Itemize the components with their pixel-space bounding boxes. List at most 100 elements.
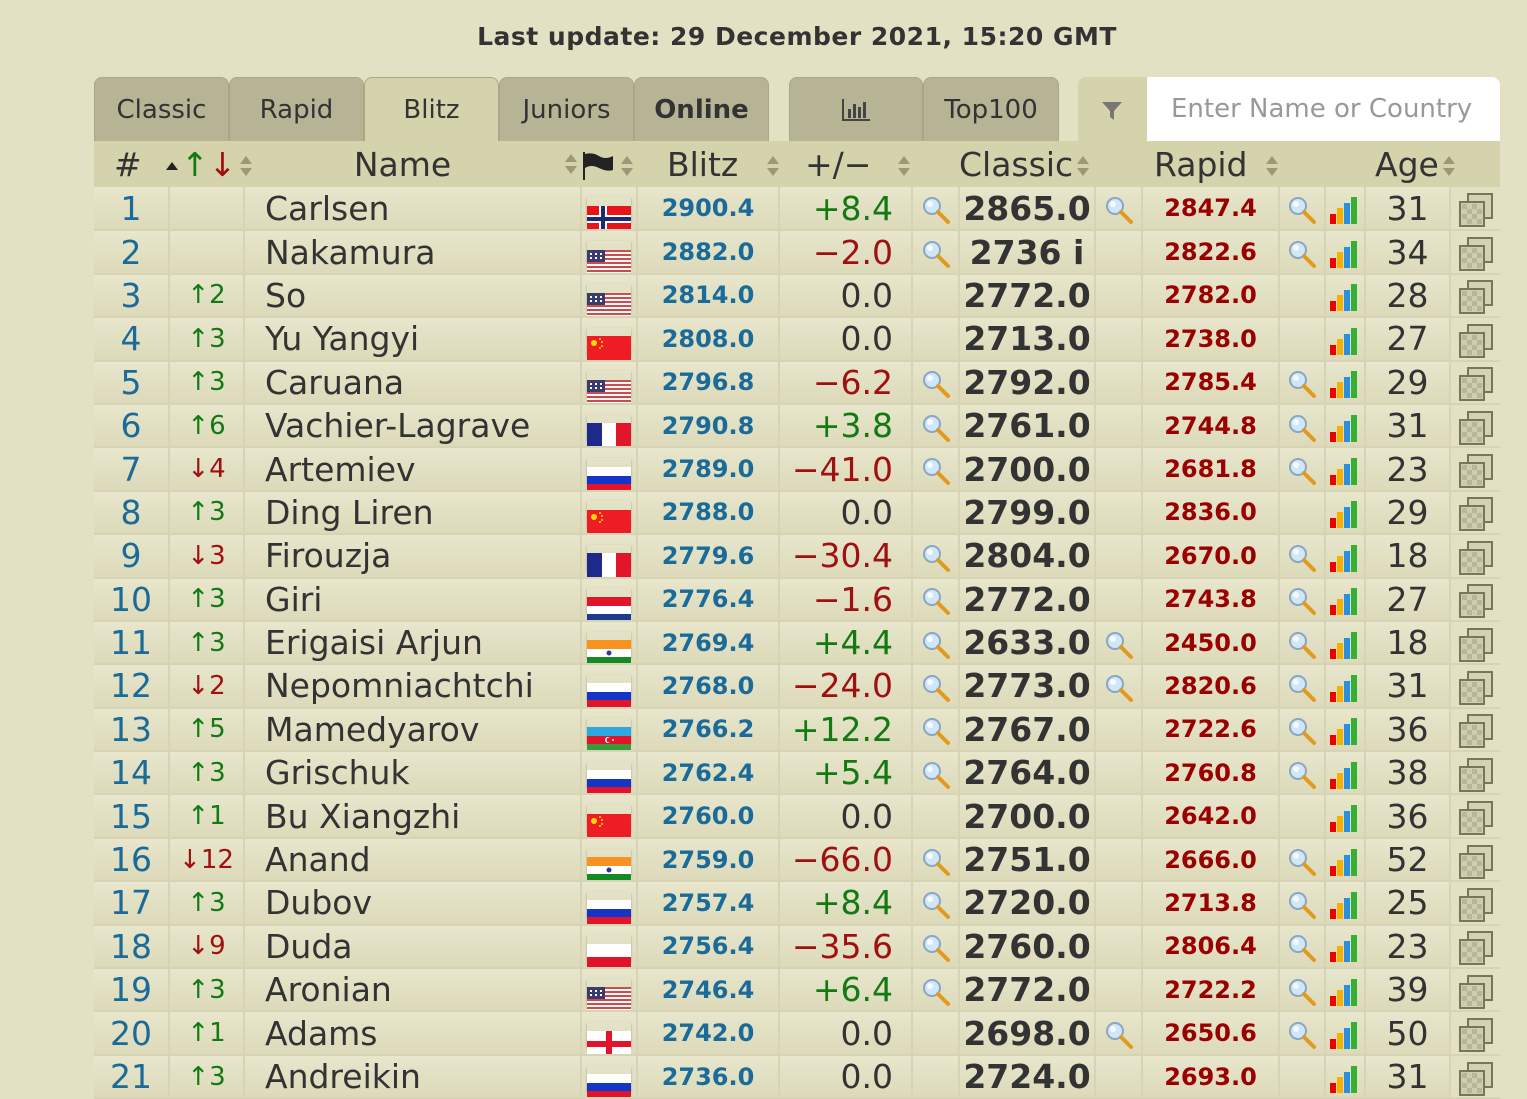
tab-juniors[interactable]: Juniors <box>499 77 634 141</box>
player-name-cell[interactable]: Firouzja <box>244 534 581 577</box>
player-name[interactable]: Dubov <box>265 883 372 922</box>
rating-chart-icon[interactable] <box>1329 1014 1361 1053</box>
chessboard-icon[interactable] <box>1459 1014 1493 1053</box>
player-name-cell[interactable]: Nakamura <box>244 230 581 273</box>
player-name-cell[interactable]: Artemiev <box>244 447 581 490</box>
player-name[interactable]: Bu Xiangzhi <box>265 797 460 836</box>
tab-classic[interactable]: Classic <box>94 77 229 141</box>
magnifier-icon[interactable] <box>1287 363 1317 402</box>
player-name-cell[interactable]: Giri <box>244 578 581 621</box>
magnifier-icon[interactable] <box>921 883 951 922</box>
rating-chart-icon[interactable] <box>1329 276 1361 315</box>
player-name[interactable]: Nakamura <box>265 233 436 272</box>
magnifier-icon[interactable] <box>1287 189 1317 228</box>
chessboard-icon[interactable] <box>1459 406 1493 445</box>
magnifier-icon[interactable] <box>921 840 951 879</box>
magnifier-icon[interactable] <box>1287 753 1317 792</box>
header-blitz[interactable]: Blitz <box>637 141 779 187</box>
player-name-cell[interactable]: Ding Liren <box>244 491 581 534</box>
magnifier-icon[interactable] <box>921 536 951 575</box>
magnifier-icon[interactable] <box>1287 840 1317 879</box>
rating-chart-icon[interactable] <box>1329 623 1361 662</box>
player-name[interactable]: Anand <box>265 840 371 879</box>
player-name-cell[interactable]: Mamedyarov <box>244 708 581 751</box>
player-name[interactable]: Firouzja <box>265 536 391 575</box>
chessboard-icon[interactable] <box>1459 840 1493 879</box>
magnifier-icon[interactable] <box>921 970 951 1009</box>
magnifier-icon[interactable] <box>1104 189 1134 228</box>
player-name-cell[interactable]: Caruana <box>244 361 581 404</box>
magnifier-icon[interactable] <box>921 753 951 792</box>
player-name[interactable]: Duda <box>265 927 353 966</box>
rating-chart-icon[interactable] <box>1329 710 1361 749</box>
magnifier-icon[interactable] <box>921 666 951 705</box>
rating-chart-icon[interactable] <box>1329 1057 1361 1096</box>
chessboard-icon[interactable] <box>1459 1057 1493 1096</box>
magnifier-icon[interactable] <box>921 363 951 402</box>
player-name[interactable]: Aronian <box>265 970 392 1009</box>
player-name-cell[interactable]: Bu Xiangzhi <box>244 794 581 837</box>
rating-chart-icon[interactable] <box>1329 883 1361 922</box>
player-name-cell[interactable]: Dubov <box>244 881 581 924</box>
header-classic[interactable]: Classic <box>959 141 1142 187</box>
chessboard-icon[interactable] <box>1459 363 1493 402</box>
player-name[interactable]: Carlsen <box>265 189 389 228</box>
chessboard-icon[interactable] <box>1459 580 1493 619</box>
magnifier-icon[interactable] <box>921 450 951 489</box>
player-name-cell[interactable]: Anand <box>244 838 581 881</box>
magnifier-icon[interactable] <box>1287 1014 1317 1053</box>
header-move[interactable]: ↑↓ <box>169 141 244 187</box>
player-name[interactable]: Nepomniachtchi <box>265 666 534 705</box>
chessboard-icon[interactable] <box>1459 883 1493 922</box>
player-name[interactable]: Giri <box>265 580 322 619</box>
rating-chart-icon[interactable] <box>1329 927 1361 966</box>
player-name[interactable]: Caruana <box>265 363 404 402</box>
magnifier-icon[interactable] <box>921 233 951 272</box>
rating-chart-icon[interactable] <box>1329 493 1361 532</box>
player-name[interactable]: Artemiev <box>265 450 416 489</box>
magnifier-icon[interactable] <box>1287 536 1317 575</box>
magnifier-icon[interactable] <box>1287 406 1317 445</box>
magnifier-icon[interactable] <box>1287 710 1317 749</box>
chessboard-icon[interactable] <box>1459 319 1493 358</box>
rating-chart-icon[interactable] <box>1329 536 1361 575</box>
chessboard-icon[interactable] <box>1459 666 1493 705</box>
rating-chart-icon[interactable] <box>1329 319 1361 358</box>
header-age[interactable]: Age <box>1365 141 1500 187</box>
tab-online[interactable]: Online <box>634 77 769 141</box>
tab-statistics[interactable] <box>789 77 923 141</box>
chessboard-icon[interactable] <box>1459 970 1493 1009</box>
rating-chart-icon[interactable] <box>1329 666 1361 705</box>
rating-chart-icon[interactable] <box>1329 970 1361 1009</box>
magnifier-icon[interactable] <box>1287 623 1317 662</box>
player-name-cell[interactable]: Carlsen <box>244 187 581 230</box>
tab-rapid[interactable]: Rapid <box>229 77 364 141</box>
player-name-cell[interactable]: Adams <box>244 1011 581 1054</box>
player-name[interactable]: Ding Liren <box>265 493 434 532</box>
player-name[interactable]: Andreikin <box>265 1057 421 1096</box>
header-rapid[interactable]: Rapid <box>1142 141 1325 187</box>
player-name[interactable]: Erigaisi Arjun <box>265 623 483 662</box>
magnifier-icon[interactable] <box>1104 666 1134 705</box>
magnifier-icon[interactable] <box>1104 1014 1134 1053</box>
search-input[interactable] <box>1147 77 1500 141</box>
player-name-cell[interactable]: So <box>244 274 581 317</box>
rating-chart-icon[interactable] <box>1329 797 1361 836</box>
player-name[interactable]: Grischuk <box>265 753 410 792</box>
header-diff[interactable]: +/− <box>779 141 912 187</box>
player-name[interactable]: So <box>265 276 306 315</box>
tab-top100[interactable]: Top100 <box>923 77 1059 141</box>
chessboard-icon[interactable] <box>1459 710 1493 749</box>
player-name[interactable]: Yu Yangyi <box>265 319 419 358</box>
magnifier-icon[interactable] <box>1287 883 1317 922</box>
chessboard-icon[interactable] <box>1459 450 1493 489</box>
magnifier-icon[interactable] <box>1287 666 1317 705</box>
magnifier-icon[interactable] <box>1287 970 1317 1009</box>
player-name-cell[interactable]: Vachier-Lagrave <box>244 404 581 447</box>
rating-chart-icon[interactable] <box>1329 406 1361 445</box>
chessboard-icon[interactable] <box>1459 233 1493 272</box>
rating-chart-icon[interactable] <box>1329 580 1361 619</box>
magnifier-icon[interactable] <box>1287 927 1317 966</box>
magnifier-icon[interactable] <box>921 580 951 619</box>
magnifier-icon[interactable] <box>1287 450 1317 489</box>
